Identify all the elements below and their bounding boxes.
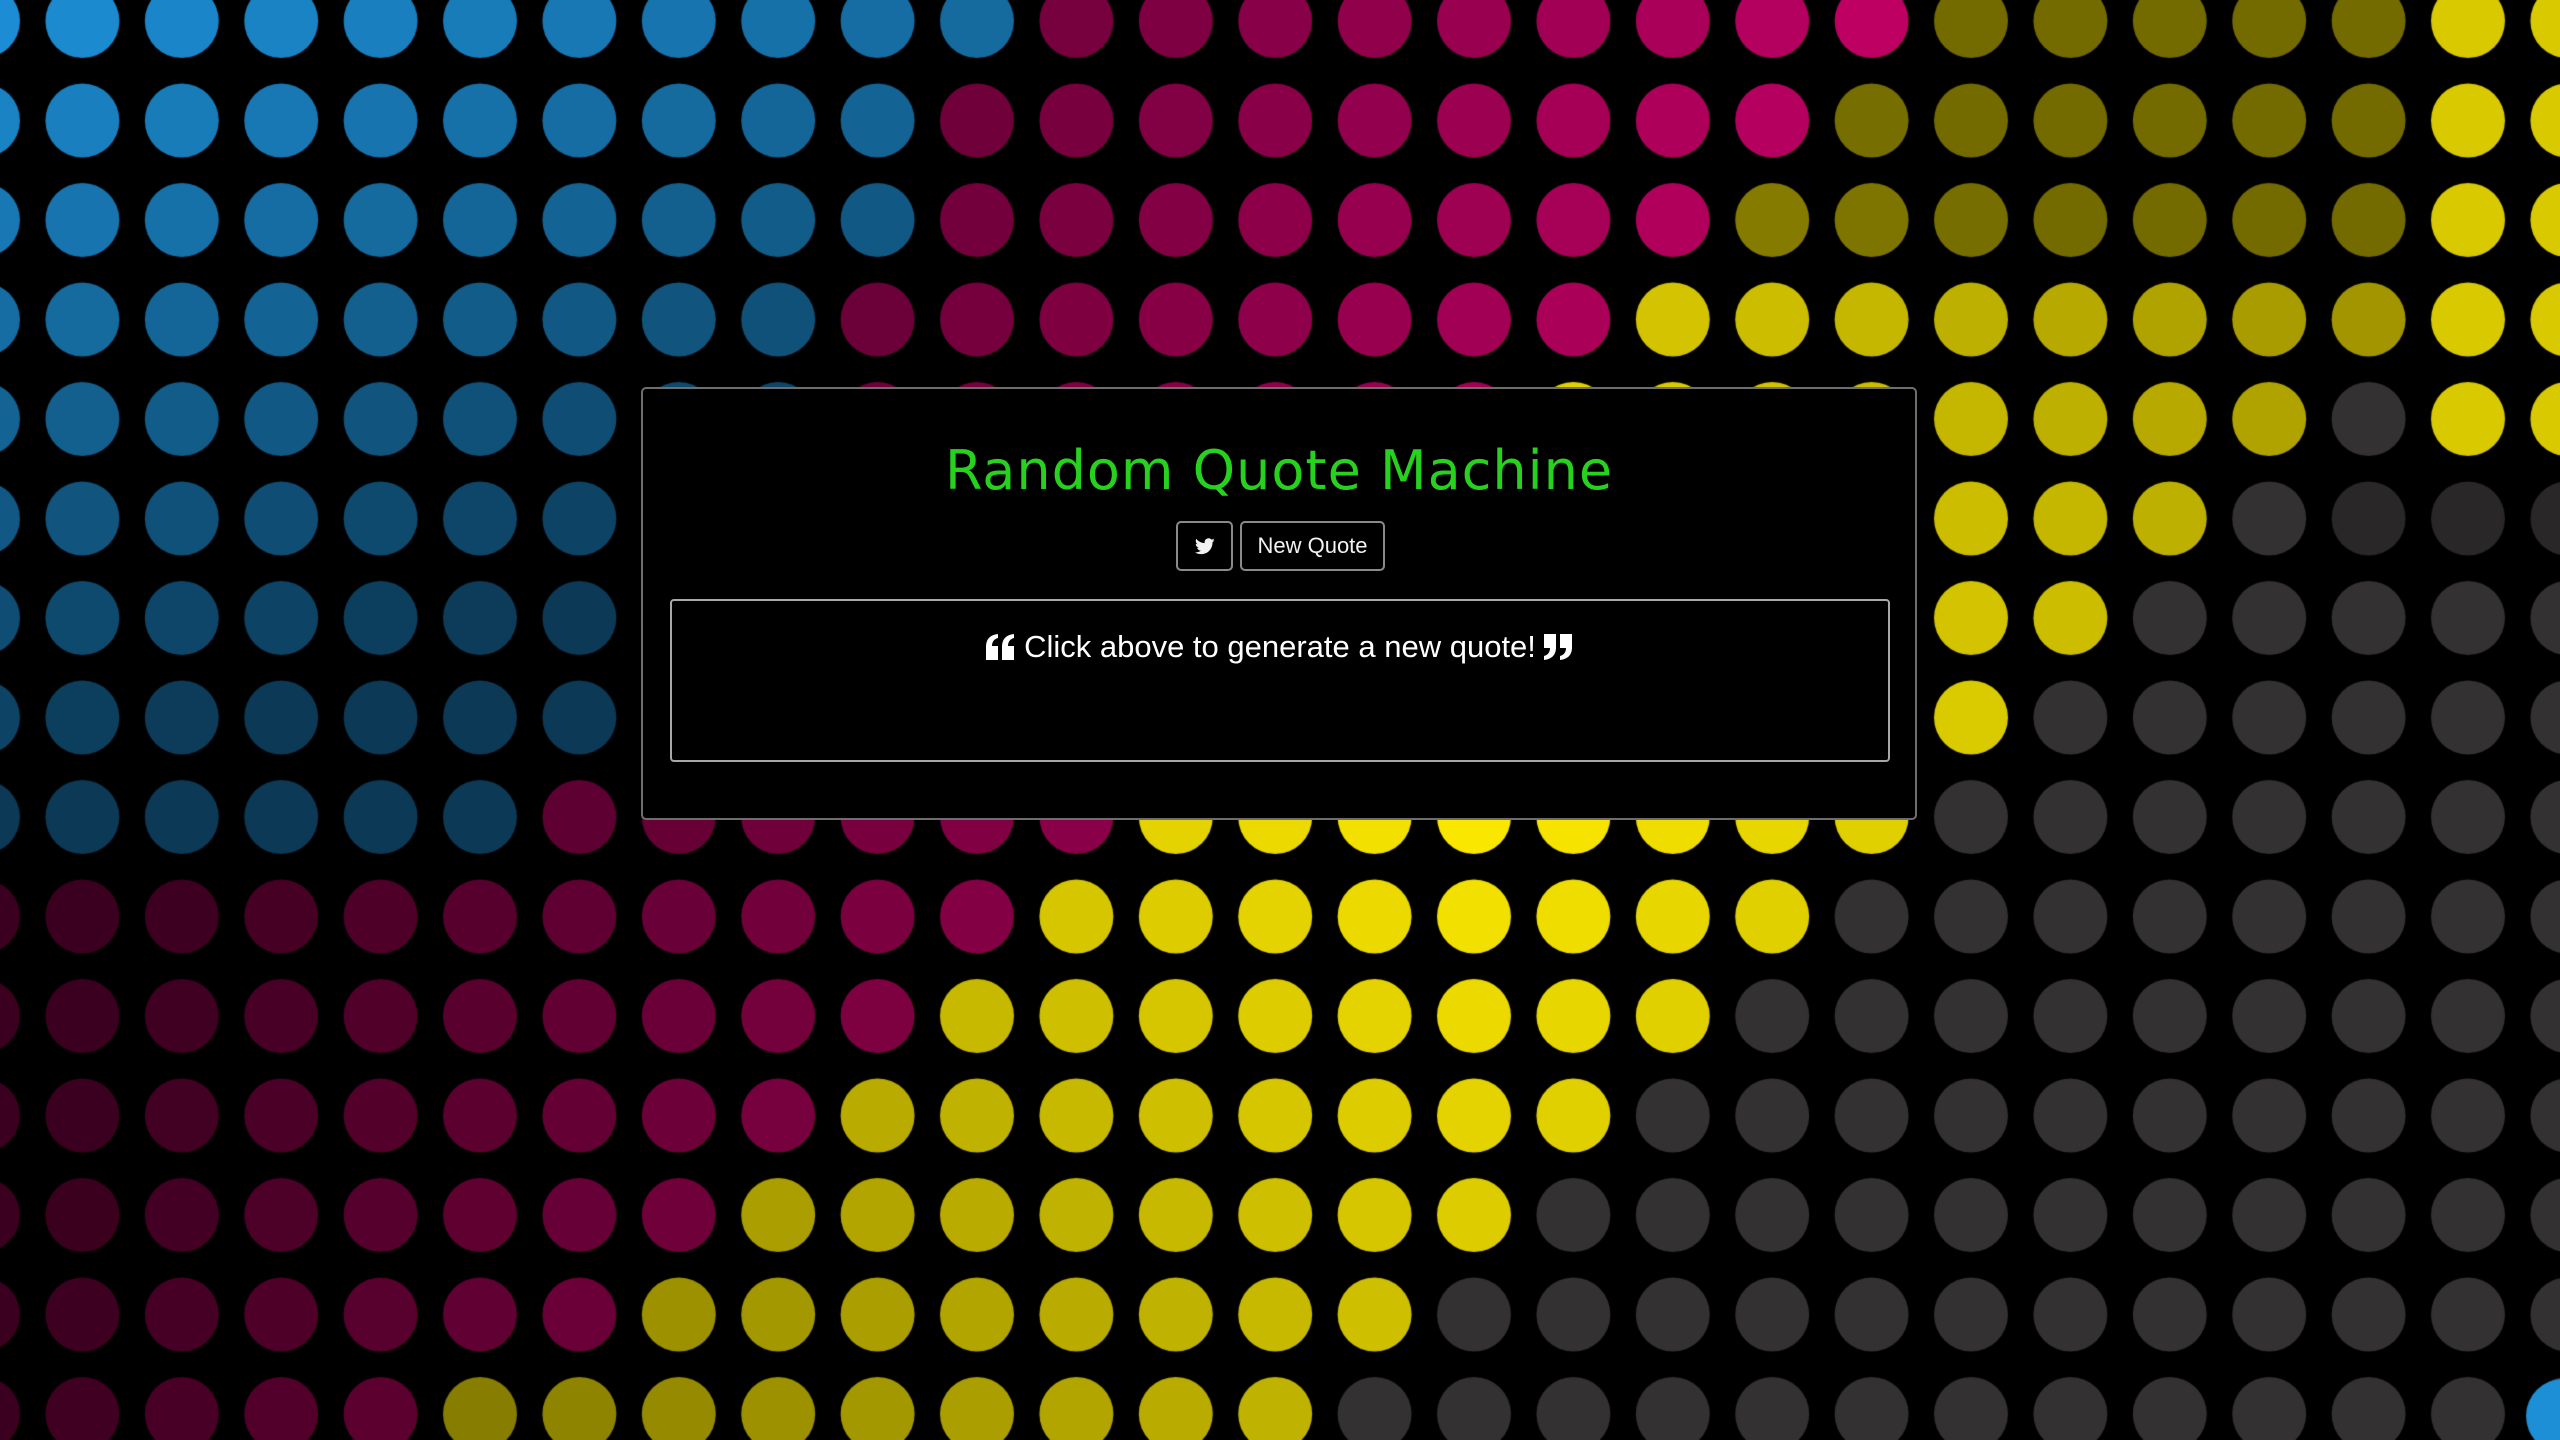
twitter-icon — [1194, 537, 1215, 554]
quote-text: Click above to generate a new quote! — [1024, 629, 1536, 664]
quote-box: Click above to generate a new quote! — [670, 599, 1890, 762]
new-quote-button[interactable]: New Quote — [1240, 521, 1385, 571]
quote-left-icon — [986, 633, 1015, 660]
quote-machine-panel: Random Quote Machine New Quote Click abo… — [641, 387, 1917, 820]
tweet-button[interactable] — [1176, 521, 1233, 571]
quote-right-icon — [1543, 633, 1572, 660]
quote-line: Click above to generate a new quote! — [672, 631, 1888, 662]
page-title: Random Quote Machine — [944, 439, 1614, 502]
